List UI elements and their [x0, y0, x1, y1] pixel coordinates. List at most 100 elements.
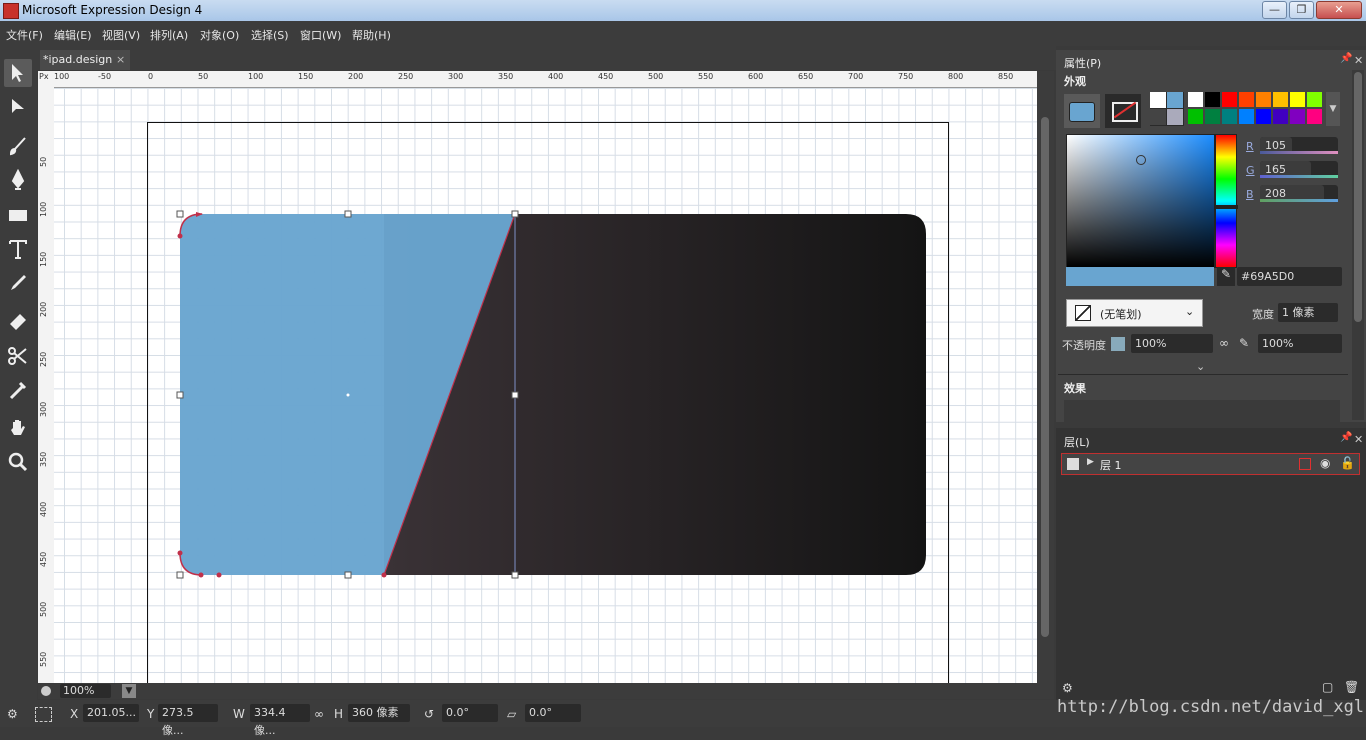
layer-row[interactable]: ▶ 层 1 ◉ 🔓	[1061, 453, 1360, 475]
selection-handle[interactable]	[176, 571, 184, 579]
brush-icon[interactable]	[4, 132, 32, 160]
gear-icon[interactable]: ⚙	[7, 707, 18, 721]
props-scroll-thumb[interactable]	[1354, 72, 1362, 322]
color-swatch[interactable]	[1273, 92, 1288, 107]
color-swatch[interactable]	[1188, 92, 1203, 107]
color-swatch[interactable]	[1273, 109, 1288, 124]
selection-handle[interactable]	[511, 391, 519, 399]
pin-icon[interactable]: 📌	[1340, 432, 1352, 443]
lock-icon[interactable]: 🔓	[1340, 456, 1355, 470]
anchor-point[interactable]	[216, 572, 222, 578]
vertical-scroll-thumb[interactable]	[1041, 117, 1049, 637]
color-swatch-grid[interactable]	[1188, 92, 1324, 126]
fill-opacity-input[interactable]: 100%	[1131, 334, 1213, 353]
menu-object[interactable]: 对象(O)	[200, 27, 239, 43]
props-scrollbar[interactable]	[1352, 70, 1364, 420]
color-spectrum-field[interactable]	[1066, 134, 1215, 268]
stroke-swatch-button[interactable]	[1105, 94, 1141, 128]
selection-icon[interactable]	[4, 59, 32, 87]
selection-handle[interactable]	[344, 210, 352, 218]
layer-color-icon[interactable]	[1299, 458, 1311, 470]
selection-handle[interactable]	[176, 391, 184, 399]
color-swatch[interactable]	[1222, 109, 1237, 124]
selection-handle[interactable]	[344, 571, 352, 579]
zoom-icon[interactable]	[4, 448, 32, 476]
recent-color-swatch[interactable]	[1167, 109, 1183, 125]
zoom-dropdown-icon[interactable]: ▼	[122, 684, 136, 698]
design-canvas[interactable]	[54, 88, 1037, 683]
panel-close-icon[interactable]: ✕	[1354, 54, 1363, 67]
anchor-point[interactable]	[177, 233, 183, 239]
color-swatch[interactable]	[1307, 109, 1322, 124]
g-value[interactable]: 165	[1265, 163, 1286, 176]
effects-list[interactable]	[1064, 400, 1340, 422]
none-color-swatch[interactable]	[1150, 92, 1166, 108]
color-picker-icon[interactable]	[4, 376, 32, 404]
layer-name[interactable]: 层 1	[1100, 457, 1122, 473]
selection-mode-icon[interactable]	[35, 707, 52, 722]
menu-file[interactable]: 文件(F)	[6, 27, 43, 43]
hue-slider[interactable]	[1214, 134, 1238, 268]
document-tab[interactable]: *ipad.design ×	[40, 50, 130, 70]
color-swatch[interactable]	[1222, 92, 1237, 107]
rectangle-icon[interactable]	[4, 201, 32, 229]
horizontal-scrollbar[interactable]: 100% ▼	[38, 683, 1054, 699]
recent-colors[interactable]	[1150, 92, 1184, 126]
pen-icon[interactable]	[4, 166, 32, 194]
color-swatch[interactable]	[1307, 92, 1322, 107]
pin-icon[interactable]: 📌	[1340, 53, 1352, 64]
menu-view[interactable]: 视图(V)	[102, 27, 140, 43]
color-swatch[interactable]	[1290, 109, 1305, 124]
swatch-dropdown-icon[interactable]: ▼	[1326, 92, 1340, 126]
delete-layer-icon[interactable]: 🗑	[1344, 680, 1359, 694]
eye-icon[interactable]: ◉	[1320, 456, 1330, 470]
eyedropper-button-icon[interactable]: ✎	[1217, 267, 1235, 286]
minimize-button[interactable]: —	[1262, 1, 1287, 19]
rotation-input[interactable]: 0.0°	[442, 704, 498, 722]
selection-handle[interactable]	[511, 571, 519, 579]
fill-swatch-button[interactable]	[1064, 94, 1100, 128]
menu-arrange[interactable]: 排列(A)	[150, 27, 188, 43]
vertical-scrollbar[interactable]	[1037, 71, 1054, 683]
color-swatch[interactable]	[1290, 92, 1305, 107]
menu-edit[interactable]: 编辑(E)	[54, 27, 92, 43]
color-swatch[interactable]	[1239, 92, 1254, 107]
stroke-opacity-input[interactable]: 100%	[1258, 334, 1342, 353]
recent-color-swatch[interactable]	[1167, 92, 1183, 108]
hand-icon[interactable]	[4, 414, 32, 442]
color-picker-cursor[interactable]	[1136, 155, 1146, 165]
color-swatch[interactable]	[1256, 92, 1271, 107]
hue-slider-thumb[interactable]	[1214, 205, 1238, 209]
expand-arrow-icon[interactable]: ▶	[1087, 457, 1094, 467]
color-swatch[interactable]	[1239, 109, 1254, 124]
color-swatch[interactable]	[1188, 109, 1203, 124]
direct-selection-icon[interactable]	[4, 93, 32, 121]
x-input[interactable]: 201.05...	[83, 704, 139, 722]
eyedropper-icon[interactable]	[4, 269, 32, 297]
panel-close-icon[interactable]: ✕	[1354, 433, 1363, 446]
stroke-width-input[interactable]: 1 像素	[1278, 303, 1338, 322]
new-layer-icon[interactable]: ▢	[1322, 680, 1333, 694]
anchor-point[interactable]	[177, 550, 183, 556]
link-icon[interactable]: ∞	[1219, 336, 1229, 350]
menu-window[interactable]: 窗口(W)	[300, 27, 341, 43]
zoom-input[interactable]: 100%	[60, 684, 111, 698]
y-input[interactable]: 273.5 像...	[158, 704, 218, 737]
b-value[interactable]: 208	[1265, 187, 1286, 200]
text-icon[interactable]	[4, 235, 32, 263]
color-swatch[interactable]	[1256, 109, 1271, 124]
document-tab-close-icon[interactable]: ×	[116, 53, 125, 66]
maximize-button[interactable]: ❐	[1289, 1, 1314, 19]
anchor-point[interactable]	[381, 572, 387, 578]
expand-chevron-icon[interactable]: ⌄	[1196, 360, 1205, 373]
artwork[interactable]	[54, 88, 1037, 683]
hex-input[interactable]: #69A5D0	[1237, 267, 1342, 286]
scissors-icon[interactable]	[4, 342, 32, 370]
color-swatch[interactable]	[1205, 109, 1220, 124]
skew-input[interactable]: 0.0°	[525, 704, 581, 722]
r-value[interactable]: 105	[1265, 139, 1286, 152]
color-swatch[interactable]	[1205, 92, 1220, 107]
stroke-select[interactable]: (无笔划) ⌄	[1066, 299, 1203, 327]
recent-color-swatch[interactable]	[1150, 109, 1166, 125]
w-input[interactable]: 334.4 像...	[250, 704, 310, 737]
